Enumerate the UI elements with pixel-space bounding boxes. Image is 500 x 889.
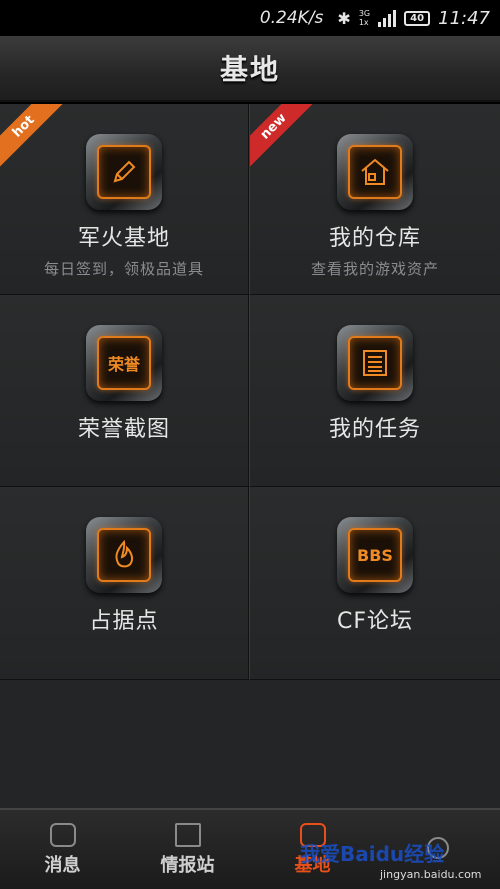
feature-grid: hot 军火基地 每日签到，领极品道具 new 我的仓库 查看我的游戏资产 荣誉… xyxy=(0,104,500,680)
list-icon xyxy=(337,325,413,401)
network-type: 3G 1x xyxy=(358,9,371,27)
nav-label: 消息 xyxy=(44,854,81,876)
nav-intel-station[interactable]: 情报站 xyxy=(125,810,250,889)
title-bar: 基地 xyxy=(0,36,500,102)
honor-icon: 荣誉 xyxy=(86,325,162,401)
network-speed: 0.24K/s xyxy=(259,8,324,28)
tile-cf-forum[interactable]: BBS CF论坛 xyxy=(249,487,500,680)
pencil-icon xyxy=(86,134,162,210)
clock: 11:47 xyxy=(438,7,490,29)
battery-icon: 40 xyxy=(404,10,431,26)
tile-title: 荣誉截图 xyxy=(77,417,170,442)
tile-arms-base[interactable]: hot 军火基地 每日签到，领极品道具 xyxy=(0,104,249,295)
house-icon xyxy=(337,134,413,210)
tile-my-tasks[interactable]: 我的任务 xyxy=(249,295,500,487)
page-title: 基地 xyxy=(219,53,280,86)
tile-honor-screenshot[interactable]: 荣誉 荣誉截图 xyxy=(0,295,249,487)
status-bar: 0.24K/s ✱ 3G 1x 40 11:47 xyxy=(0,0,500,36)
tile-title: 我的任务 xyxy=(328,417,421,442)
chat-icon xyxy=(49,822,76,847)
bbs-icon: BBS xyxy=(337,517,413,593)
tile-title: 军火基地 xyxy=(77,226,170,251)
tile-stronghold[interactable]: 占据点 xyxy=(0,487,249,680)
new-badge: new xyxy=(250,104,318,171)
watermark-url: jingyan.baidu.com xyxy=(380,868,482,881)
news-icon xyxy=(174,822,201,847)
hot-badge: hot xyxy=(0,104,68,171)
tile-title: 我的仓库 xyxy=(328,226,421,251)
nav-label: 情报站 xyxy=(160,854,215,876)
empty-area xyxy=(0,680,500,808)
watermark: 我爱Baidu经验 xyxy=(300,842,445,866)
tile-title: 占据点 xyxy=(89,609,159,634)
tile-subtitle: 每日签到，领极品道具 xyxy=(43,260,204,278)
bluetooth-icon: ✱ xyxy=(337,8,351,28)
signal-icon xyxy=(378,9,397,27)
tile-my-warehouse[interactable]: new 我的仓库 查看我的游戏资产 xyxy=(249,104,500,295)
tile-title: CF论坛 xyxy=(336,609,414,634)
tile-subtitle: 查看我的游戏资产 xyxy=(310,260,439,278)
nav-messages[interactable]: 消息 xyxy=(0,810,125,889)
flame-icon xyxy=(86,517,162,593)
